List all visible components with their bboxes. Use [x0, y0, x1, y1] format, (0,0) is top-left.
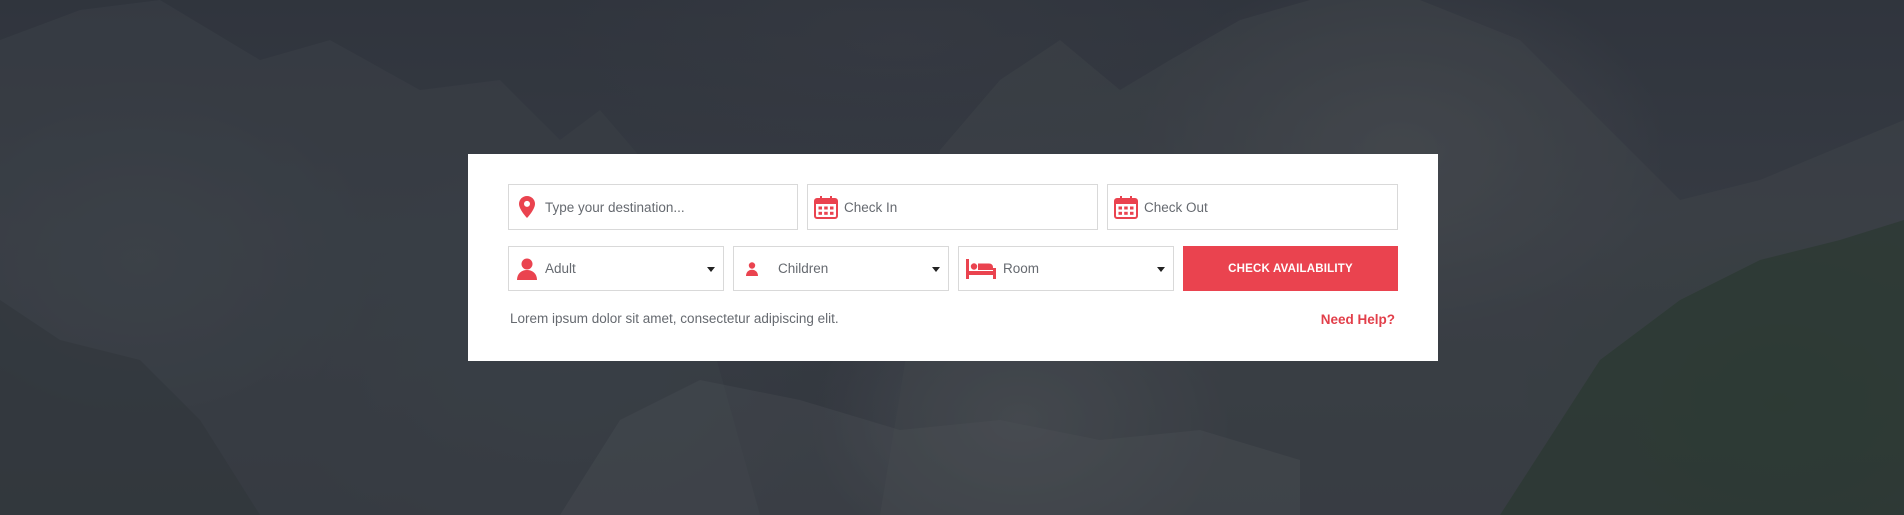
check-out-placeholder: Check Out: [1144, 199, 1208, 215]
need-help-link[interactable]: Need Help?: [1321, 312, 1395, 327]
adult-select-label: Adult: [545, 261, 576, 276]
chevron-down-icon: [707, 266, 715, 272]
check-out-input[interactable]: Check Out: [1107, 184, 1398, 230]
calendar-icon: [1108, 185, 1144, 229]
children-select-label: Children: [778, 261, 829, 276]
check-in-placeholder: Check In: [844, 199, 898, 215]
children-select[interactable]: Children: [733, 246, 949, 291]
adult-select[interactable]: Adult: [508, 246, 724, 291]
check-availability-button[interactable]: CHECK AVAILABILITY: [1183, 246, 1398, 291]
user-icon: [509, 247, 545, 290]
bed-icon: [959, 247, 1003, 290]
footer-note: Lorem ipsum dolor sit amet, consectetur …: [510, 311, 839, 326]
destination-placeholder: Type your destination...: [545, 199, 685, 215]
room-select[interactable]: Room: [958, 246, 1174, 291]
chevron-down-icon: [932, 266, 940, 272]
calendar-icon: [808, 185, 844, 229]
map-pin-icon: [509, 185, 545, 229]
room-select-label: Room: [1003, 261, 1040, 276]
booking-search-panel: Type your destination... Check In Check …: [468, 154, 1438, 361]
destination-input[interactable]: Type your destination...: [508, 184, 798, 230]
check-in-input[interactable]: Check In: [807, 184, 1098, 230]
child-icon: [734, 247, 770, 290]
chevron-down-icon: [1157, 266, 1165, 272]
